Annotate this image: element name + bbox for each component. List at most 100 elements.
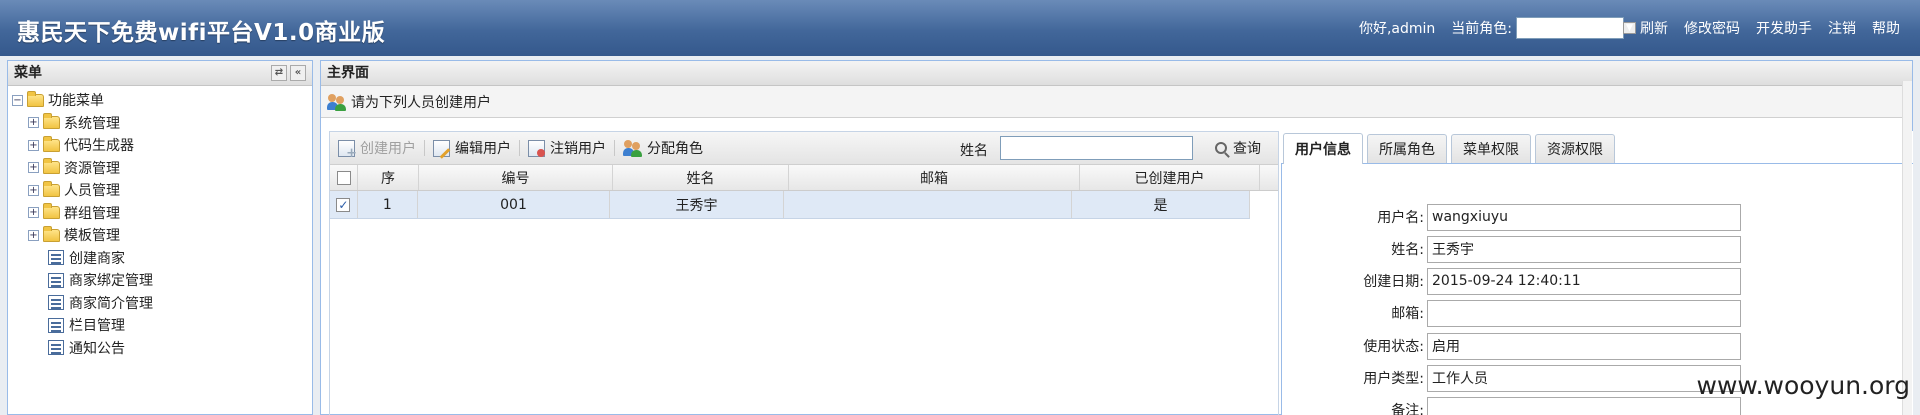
expand-toggle-icon[interactable]: + bbox=[28, 117, 39, 129]
tree-folder[interactable]: + 人员管理 bbox=[12, 179, 312, 202]
tree-leaf[interactable]: 创建商家 bbox=[12, 247, 312, 270]
folder-icon bbox=[43, 203, 60, 220]
tree-folder-label: 群组管理 bbox=[64, 205, 120, 222]
name-field[interactable]: 王秀宇 bbox=[1427, 235, 1741, 263]
menu-panel: 菜单 ⇄ « − 功能菜单 + 系统管理 + 代码生成器 + 资源管理 + 人员… bbox=[7, 60, 313, 415]
change-password-link[interactable]: 修改密码 bbox=[1684, 18, 1740, 38]
grid-toolbar: 创建用户 编辑用户 注销用户 分配角色 姓名 查询 bbox=[330, 132, 1278, 165]
column-header[interactable]: 姓名 bbox=[613, 165, 789, 190]
column-header[interactable]: 序 bbox=[358, 165, 419, 190]
menu-panel-header: 菜单 ⇄ « bbox=[8, 61, 312, 86]
tab-resource-permissions[interactable]: 资源权限 bbox=[1535, 134, 1615, 163]
create-date-field[interactable]: 2015-09-24 12:40:11 bbox=[1427, 267, 1741, 295]
role-label: 当前角色: bbox=[1451, 21, 1512, 37]
tree-leaf-label: 商家绑定管理 bbox=[69, 273, 153, 290]
table-cell: 王秀宇 bbox=[610, 191, 785, 218]
tree-leaf-label: 通知公告 bbox=[69, 340, 125, 357]
tree-folder[interactable]: + 资源管理 bbox=[12, 157, 312, 180]
expand-toggle-icon[interactable]: + bbox=[28, 139, 39, 151]
edit-icon bbox=[433, 139, 450, 157]
tree-folder-label: 代码生成器 bbox=[64, 138, 134, 155]
status-field[interactable]: 启用 bbox=[1427, 332, 1741, 360]
expand-toggle-icon[interactable]: + bbox=[28, 229, 39, 241]
column-header[interactable]: 编号 bbox=[419, 165, 613, 190]
dev-assistant-link[interactable]: 开发助手 bbox=[1756, 18, 1812, 38]
email-field[interactable] bbox=[1427, 299, 1741, 327]
page-icon bbox=[48, 340, 64, 356]
form-row: 用户名: wangxiuyu bbox=[1282, 201, 1914, 233]
row-checkbox[interactable]: ✓ bbox=[336, 197, 351, 212]
user-type-field[interactable]: 工作人员 bbox=[1427, 364, 1741, 392]
greeting-text: 你好,admin bbox=[1358, 21, 1436, 37]
refresh-icon[interactable]: ⇄ bbox=[271, 65, 287, 81]
add-user-icon bbox=[338, 139, 357, 161]
name-search-label: 姓名 bbox=[960, 143, 988, 159]
tree-leaf[interactable]: 商家简介管理 bbox=[12, 292, 312, 315]
search-icon bbox=[1215, 142, 1227, 154]
page-icon bbox=[48, 272, 64, 288]
tree-folder[interactable]: + 群组管理 bbox=[12, 202, 312, 225]
main-panel-header: 主界面 bbox=[321, 61, 1912, 86]
user-grid: 创建用户 编辑用户 注销用户 分配角色 姓名 查询 bbox=[329, 131, 1279, 415]
top-header: 惠民天下免费wifi平台V1.0商业版 你好,admin 当前角色: 超级管理员… bbox=[0, 0, 1920, 56]
remark-field[interactable] bbox=[1427, 396, 1741, 415]
tree-folder-label: 模板管理 bbox=[64, 228, 120, 245]
notice-text: 请为下列人员创建用户 bbox=[351, 94, 491, 111]
table-cell: 是 bbox=[1072, 191, 1250, 218]
name-search-input[interactable] bbox=[1000, 136, 1193, 160]
header-toolbar: 你好,admin 当前角色: 超级管理员 ▼ 刷新 修改密码 开发助手 注销 帮… bbox=[1343, 17, 1900, 39]
tree-leaf[interactable]: 通知公告 bbox=[12, 337, 312, 360]
grid-header: 序 编号 姓名 邮箱 已创建用户 bbox=[330, 165, 1278, 191]
cancel-user-button[interactable]: 注销用户 bbox=[520, 136, 614, 160]
field-label: 邮箱: bbox=[1391, 306, 1424, 322]
table-cell: 1 bbox=[358, 191, 419, 218]
tree-leaf[interactable]: 栏目管理 bbox=[12, 314, 312, 337]
role-select[interactable]: 超级管理员 ▼ bbox=[1516, 17, 1636, 39]
help-link[interactable]: 帮助 bbox=[1872, 18, 1900, 38]
tree-folder[interactable]: + 代码生成器 bbox=[12, 134, 312, 157]
tree-leaf-label: 栏目管理 bbox=[69, 318, 125, 335]
username-field[interactable]: wangxiuyu bbox=[1427, 203, 1741, 231]
field-label: 使用状态: bbox=[1363, 339, 1424, 355]
table-row[interactable]: ✓ 1 001 王秀宇 是 bbox=[330, 191, 1250, 219]
tree-folder[interactable]: + 模板管理 bbox=[12, 224, 312, 247]
folder-icon bbox=[43, 158, 60, 175]
tab-user-info[interactable]: 用户信息 bbox=[1283, 133, 1363, 164]
column-header[interactable]: 邮箱 bbox=[789, 165, 1080, 190]
tree-leaf[interactable]: 商家绑定管理 bbox=[12, 269, 312, 292]
detail-tabs: 用户信息 所属角色 菜单权限 资源权限 bbox=[1281, 131, 1913, 164]
app-title: 惠民天下免费wifi平台V1.0商业版 bbox=[17, 20, 386, 46]
folder-icon bbox=[43, 135, 60, 152]
table-cell: 001 bbox=[418, 191, 610, 218]
tab-roles[interactable]: 所属角色 bbox=[1367, 134, 1447, 163]
column-header[interactable]: 已创建用户 bbox=[1080, 165, 1260, 190]
collapse-toggle-icon[interactable]: − bbox=[12, 94, 23, 106]
collapse-icon[interactable]: « bbox=[290, 65, 306, 81]
tree-folder-label: 人员管理 bbox=[64, 183, 120, 200]
cancel-user-label: 注销用户 bbox=[550, 141, 606, 157]
folder-open-icon bbox=[27, 90, 44, 107]
expand-toggle-icon[interactable]: + bbox=[28, 184, 39, 196]
assign-role-button[interactable]: 分配角色 bbox=[615, 136, 711, 160]
field-label: 用户名: bbox=[1377, 210, 1424, 226]
folder-icon bbox=[43, 113, 60, 130]
expand-toggle-icon[interactable]: + bbox=[28, 207, 39, 219]
logout-link[interactable]: 注销 bbox=[1828, 18, 1856, 38]
select-all-checkbox[interactable] bbox=[336, 170, 351, 185]
tab-menu-permissions[interactable]: 菜单权限 bbox=[1451, 134, 1531, 163]
expand-toggle-icon[interactable]: + bbox=[28, 162, 39, 174]
menu-panel-title: 菜单 bbox=[14, 65, 42, 81]
create-user-button[interactable]: 创建用户 bbox=[330, 136, 424, 161]
menu-tree: − 功能菜单 + 系统管理 + 代码生成器 + 资源管理 + 人员管理 + 群组… bbox=[8, 86, 312, 359]
edit-user-button[interactable]: 编辑用户 bbox=[425, 136, 519, 160]
tree-folder[interactable]: + 系统管理 bbox=[12, 112, 312, 135]
refresh-link[interactable]: 刷新 bbox=[1640, 18, 1668, 38]
chevron-down-icon: ▼ bbox=[1623, 22, 1636, 34]
search-button[interactable]: 查询 bbox=[1215, 137, 1261, 159]
tree-root[interactable]: − 功能菜单 bbox=[12, 89, 312, 112]
page-icon bbox=[48, 317, 64, 333]
vertical-scrollbar[interactable] bbox=[1902, 81, 1912, 415]
form-row: 姓名: 王秀宇 bbox=[1282, 233, 1914, 265]
tree-leaf-label: 商家简介管理 bbox=[69, 295, 153, 312]
edit-user-label: 编辑用户 bbox=[455, 141, 511, 157]
